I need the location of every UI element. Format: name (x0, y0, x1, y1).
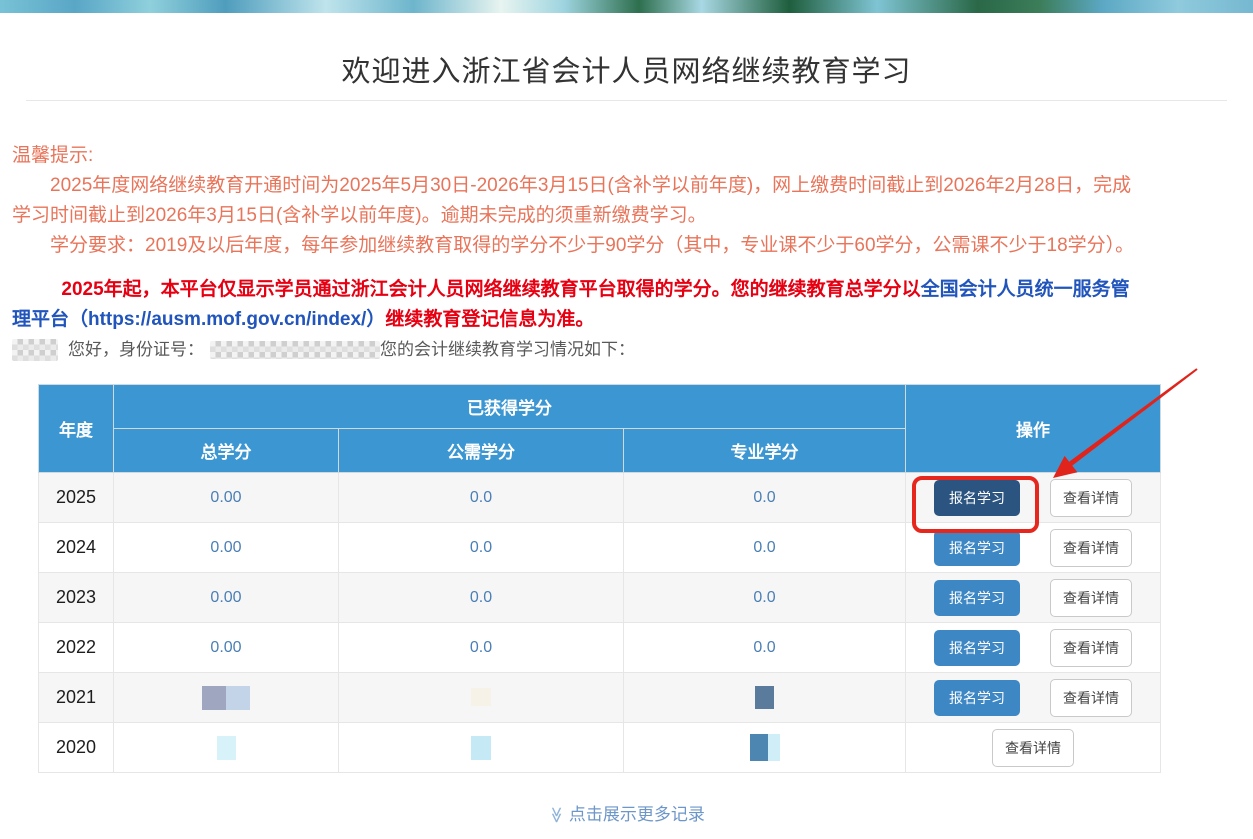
redacted-value-block (750, 734, 768, 761)
enroll-button-2021[interactable]: 报名学习 (934, 680, 1020, 716)
redacted-id-number (210, 341, 380, 359)
total-credits-cell: 0.00 (114, 523, 339, 573)
operation-cell: 报名学习查看详情 (906, 573, 1161, 623)
operation-cell: 报名学习查看详情 (906, 473, 1161, 523)
page-title: 欢迎进入浙江省会计人员网络继续教育学习 (12, 48, 1241, 90)
detail-button-2025[interactable]: 查看详情 (1050, 479, 1132, 517)
detail-button-2021[interactable]: 查看详情 (1050, 679, 1132, 717)
notice-block: 温馨提示: 2025年度网络继续教育开通时间为2025年5月30日-2026年3… (12, 141, 1147, 261)
redacted-value-block (768, 734, 780, 761)
greeting-line: 您好，身份证号： 您的会计继续教育学习情况如下： (12, 338, 1147, 362)
announcement-red-text-2: 继续教育登记信息为准。 (385, 309, 594, 330)
credits-table-header: 年度 已获得学分 操作 总学分 公需学分 专业学分 (39, 385, 1161, 473)
redacted-value-block (755, 686, 774, 709)
professional-credits-cell: 0.0 (624, 523, 906, 573)
top-banner-image (0, 0, 1253, 13)
total-credits-cell (114, 673, 339, 723)
enroll-button-2024[interactable]: 报名学习 (934, 530, 1020, 566)
professional-credits-cell (624, 673, 906, 723)
greeting-prefix: 您好，身份证号： (68, 338, 204, 362)
professional-credits-cell: 0.0 (624, 473, 906, 523)
year-cell: 2025 (39, 473, 114, 523)
total-credits-cell (114, 723, 339, 773)
professional-credits-cell: 0.0 (624, 573, 906, 623)
notice-paragraph-2: 学分要求：2019及以后年度，每年参加继续教育取得的学分不少于90学分（其中，专… (12, 231, 1147, 261)
header-operation: 操作 (906, 385, 1161, 473)
detail-button-2022[interactable]: 查看详情 (1050, 629, 1132, 667)
double-chevron-down-icon: ≫ (547, 807, 567, 824)
enroll-button-2022[interactable]: 报名学习 (934, 630, 1020, 666)
total-credits-cell: 0.00 (114, 573, 339, 623)
enroll-button-2023[interactable]: 报名学习 (934, 580, 1020, 616)
total-credits-cell: 0.00 (114, 473, 339, 523)
title-divider (26, 100, 1227, 101)
operation-cell: 报名学习查看详情 (906, 523, 1161, 573)
detail-button-2023[interactable]: 查看详情 (1050, 579, 1132, 617)
redacted-value-block (202, 686, 226, 710)
show-more-link[interactable]: ≫点击展示更多记录 (12, 800, 1241, 825)
table-row-2020: 2020 查看详情 (39, 723, 1161, 773)
professional-credits-cell: 0.0 (624, 623, 906, 673)
operation-cell: 报名学习查看详情 (906, 673, 1161, 723)
show-more-label: 点击展示更多记录 (569, 805, 705, 824)
operation-cell: 查看详情 (906, 723, 1161, 773)
public-credits-cell: 0.0 (339, 573, 624, 623)
year-cell: 2024 (39, 523, 114, 573)
public-credits-cell: 0.0 (339, 623, 624, 673)
year-cell: 2023 (39, 573, 114, 623)
year-cell: 2021 (39, 673, 114, 723)
header-earned-credits: 已获得学分 (114, 385, 906, 429)
greeting-suffix: 您的会计继续教育学习情况如下： (380, 338, 635, 362)
credits-table-body: 20250.000.00.0报名学习查看详情20240.000.00.0报名学习… (39, 473, 1161, 773)
header-total-credits: 总学分 (114, 429, 339, 473)
redacted-value-block (217, 736, 236, 760)
header-public-credits: 公需学分 (339, 429, 624, 473)
total-credits-cell: 0.00 (114, 623, 339, 673)
public-credits-cell (339, 673, 624, 723)
redacted-value-block (226, 686, 250, 710)
operation-cell: 报名学习查看详情 (906, 623, 1161, 673)
enroll-button-2025[interactable]: 报名学习 (934, 480, 1020, 516)
detail-button-2020[interactable]: 查看详情 (992, 729, 1074, 767)
announcement-red-text-1: 2025年起，本平台仅显示学员通过浙江会计人员网络继续教育平台取得的学分。您的继… (61, 279, 920, 300)
header-professional-credits: 专业学分 (624, 429, 906, 473)
redacted-value-block (471, 688, 491, 706)
table-row-2021: 2021 报名学习查看详情 (39, 673, 1161, 723)
year-cell: 2020 (39, 723, 114, 773)
detail-button-2024[interactable]: 查看详情 (1050, 529, 1132, 567)
page: 欢迎进入浙江省会计人员网络继续教育学习 温馨提示: 2025年度网络继续教育开通… (0, 0, 1253, 839)
announcement-block: 2025年起，本平台仅显示学员通过浙江会计人员网络继续教育平台取得的学分。您的继… (12, 275, 1147, 335)
table-row-2025: 20250.000.00.0报名学习查看详情 (39, 473, 1161, 523)
redacted-value-block (471, 736, 491, 760)
redacted-user-name (12, 339, 58, 361)
public-credits-cell: 0.0 (339, 523, 624, 573)
table-row-2022: 20220.000.00.0报名学习查看详情 (39, 623, 1161, 673)
notice-heading: 温馨提示: (12, 141, 1147, 171)
credits-table: 年度 已获得学分 操作 总学分 公需学分 专业学分 20250.000.00.0… (38, 384, 1161, 773)
year-cell: 2022 (39, 623, 114, 673)
professional-credits-cell (624, 723, 906, 773)
table-row-2023: 20230.000.00.0报名学习查看详情 (39, 573, 1161, 623)
notice-paragraph-1: 2025年度网络继续教育开通时间为2025年5月30日-2026年3月15日(含… (12, 171, 1147, 231)
public-credits-cell: 0.0 (339, 473, 624, 523)
public-credits-cell (339, 723, 624, 773)
table-row-2024: 20240.000.00.0报名学习查看详情 (39, 523, 1161, 573)
header-year: 年度 (39, 385, 114, 473)
